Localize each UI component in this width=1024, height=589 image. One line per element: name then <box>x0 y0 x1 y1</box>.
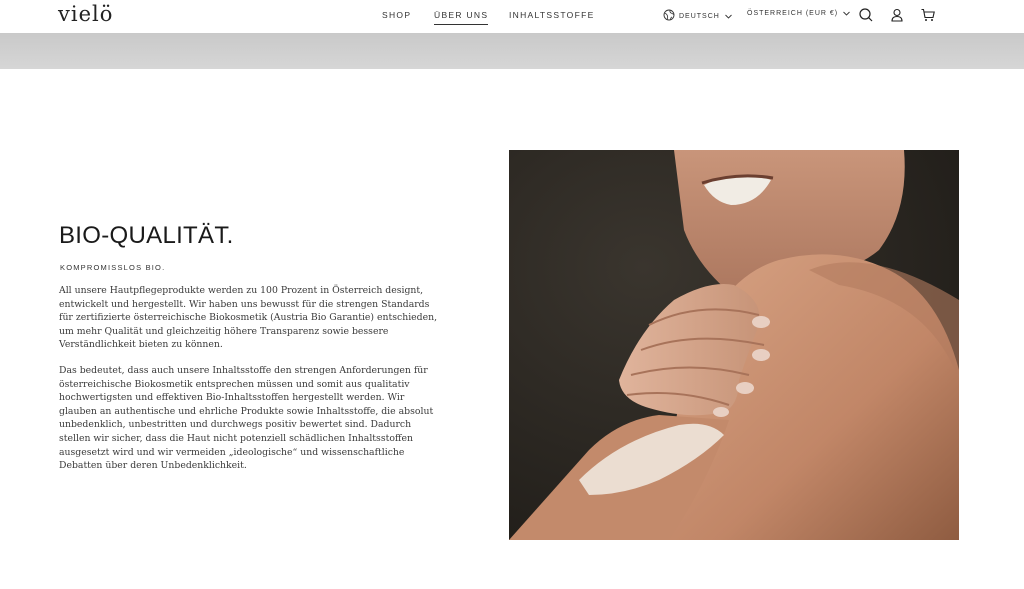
section-subtitle: KOMPROMISSLOS BIO. <box>60 263 166 272</box>
cart-icon[interactable] <box>920 7 936 23</box>
paragraph-ingredients: Das bedeutet, dass auch unsere Inhaltsst… <box>59 365 434 472</box>
search-icon[interactable] <box>858 7 874 23</box>
chevron-down-icon <box>842 9 851 18</box>
hero-banner-strip <box>0 33 1024 69</box>
site-header: vielö SHOP ÜBER UNS INHALTSSTOFFE DEUTSC… <box>0 0 1024 33</box>
nav-ingredients[interactable]: INHALTSSTOFFE <box>509 10 595 20</box>
language-selector[interactable]: DEUTSCH <box>663 9 733 23</box>
nav-about[interactable]: ÜBER UNS <box>434 10 489 25</box>
nav-shop[interactable]: SHOP <box>382 10 411 20</box>
globe-icon <box>663 9 675 23</box>
country-label: ÖSTERREICH (EUR €) <box>747 10 839 17</box>
section-title: BIO-QUALITÄT. <box>59 222 234 249</box>
product-photo <box>509 150 959 540</box>
country-selector[interactable]: ÖSTERREICH (EUR €) <box>747 9 851 18</box>
language-label: DEUTSCH <box>679 12 720 20</box>
paragraph-quality: All unsere Hautpflegeprodukte werden zu … <box>59 285 438 351</box>
chevron-down-icon <box>724 12 733 21</box>
logo[interactable]: vielö <box>58 2 113 26</box>
account-icon[interactable] <box>889 7 905 23</box>
